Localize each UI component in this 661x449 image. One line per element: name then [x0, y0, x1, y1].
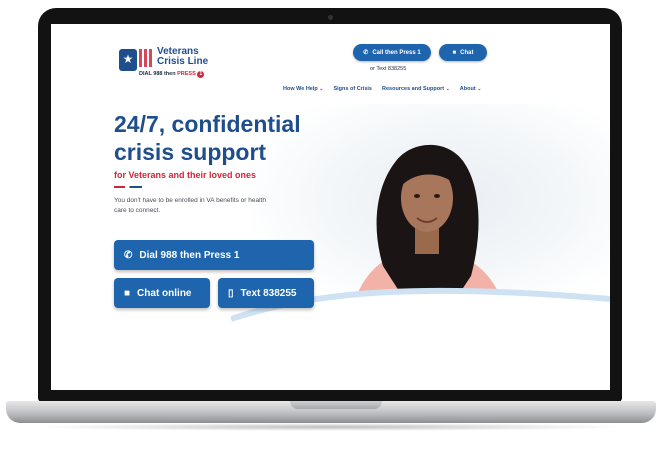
- webcam: [328, 15, 333, 20]
- logo-text-crisis-line: Crisis Line: [157, 56, 209, 67]
- chat-icon: ■: [452, 49, 457, 56]
- logo-dial-number: 1: [197, 71, 205, 78]
- hero-blurb-line2: care to connect.: [114, 207, 161, 214]
- nav-item-how-we-help[interactable]: How We Help ⌄: [283, 86, 323, 92]
- header-call-button[interactable]: ✆ Call then Press 1: [353, 44, 431, 61]
- nav-item-label: Signs of Crisis: [333, 86, 372, 92]
- chevron-down-icon: ⌄: [477, 86, 482, 92]
- chevron-down-icon: ⌄: [445, 86, 450, 92]
- hero-divider: [114, 186, 142, 188]
- logo-stripes: [139, 49, 153, 67]
- laptop-notch: [290, 401, 382, 409]
- header-call-label: Call then Press 1: [372, 49, 421, 56]
- text-838255-button[interactable]: ▯ Text 838255: [218, 278, 314, 308]
- hero-blurb-line1: You don't have to be enrolled in VA bene…: [114, 197, 266, 204]
- laptop-screen: ★ Veterans Crisis Line DIAL 988 then PRE…: [51, 24, 610, 390]
- main-nav: How We Help ⌄ Signs of Crisis Resources …: [283, 86, 481, 92]
- logo-dial-tagline: DIAL 988 then PRESS 1: [139, 71, 205, 78]
- chat-online-button[interactable]: ■ Chat online: [114, 278, 210, 308]
- header-chat-button[interactable]: ■ Chat: [439, 44, 487, 61]
- hero-subtitle: for Veterans and their loved ones: [114, 170, 257, 180]
- logo-dial-press: PRESS: [177, 71, 196, 77]
- chat-icon: ■: [124, 287, 131, 299]
- chevron-down-icon: ⌄: [319, 86, 324, 92]
- phone-icon: ✆: [363, 50, 369, 56]
- dial-988-label: Dial 988 then Press 1: [139, 249, 240, 261]
- nav-item-signs-of-crisis[interactable]: Signs of Crisis: [333, 86, 372, 92]
- phone-icon: ✆: [124, 249, 133, 261]
- text-838255-label: Text 838255: [240, 287, 297, 299]
- site-logo[interactable]: ★ Veterans Crisis Line DIAL 988 then PRE…: [119, 46, 229, 86]
- logo-dial-prefix: DIAL 988 then: [139, 71, 176, 77]
- nav-item-about[interactable]: About ⌄: [460, 86, 482, 92]
- hero-title-line1: 24/7, confidential: [114, 111, 301, 137]
- nav-item-label: About: [459, 86, 476, 92]
- dial-988-button[interactable]: ✆ Dial 988 then Press 1: [114, 240, 314, 270]
- laptop-shadow: [30, 423, 631, 431]
- nav-item-label: Resources and Support: [382, 86, 445, 92]
- mobile-phone-icon: ▯: [228, 287, 234, 299]
- nav-item-resources-and-support[interactable]: Resources and Support ⌄: [382, 86, 450, 92]
- chat-online-label: Chat online: [137, 287, 192, 299]
- nav-item-label: How We Help: [283, 86, 318, 92]
- hero-title-line2: crisis support: [114, 139, 267, 165]
- laptop-base: [6, 401, 656, 423]
- star-speech-bubble-icon: ★: [119, 49, 137, 71]
- header-text-option[interactable]: or Text 838255: [370, 66, 406, 72]
- header-chat-label: Chat: [460, 49, 474, 56]
